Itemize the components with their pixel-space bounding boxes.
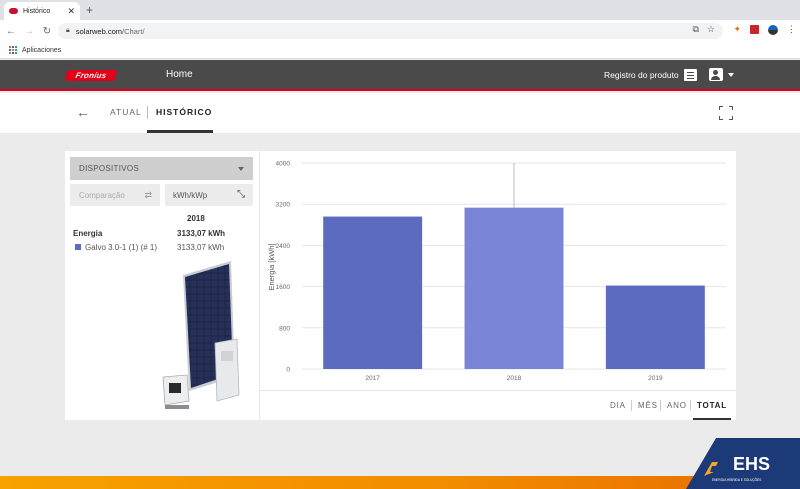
browser-toolbar: ← → ↻ 🔒︎ solarweb.com/Chart/ ⧉ ☆ ✦ ⋮	[0, 20, 800, 42]
bookmark-apps[interactable]: Aplicaciones	[22, 47, 61, 54]
fronius-favicon-icon	[9, 8, 18, 14]
y-tick-label: 4000	[276, 161, 291, 168]
url-path: /Chart/	[122, 26, 145, 36]
period-selector: DIA MÊS ANO TOTAL	[260, 390, 736, 420]
forward-icon[interactable]: →	[22, 26, 36, 37]
url-host: solarweb.com	[75, 26, 123, 36]
x-tick-label: 2019	[648, 375, 663, 382]
lock-icon: 🔒︎	[66, 27, 70, 34]
device-energy-value: 3133,07 kWh	[177, 243, 225, 252]
translate-icon[interactable]: ⧉	[692, 24, 698, 35]
bookmark-star-icon[interactable]: ☆	[707, 24, 715, 35]
comparison-button[interactable]: Comparação ⇄	[70, 184, 160, 206]
product-registration-label: Registro do produto	[604, 70, 679, 80]
energy-total-value: 3133,07 kWh	[177, 229, 226, 238]
browser-tab-strip: Histórico ✕ +	[0, 0, 800, 20]
period-divider	[660, 400, 661, 411]
devices-dropdown[interactable]: DISPOSITIVOS	[70, 157, 253, 180]
user-menu[interactable]	[709, 68, 734, 81]
y-tick-label: 800	[279, 325, 290, 332]
footer-strip	[0, 476, 800, 489]
devices-dropdown-label: DISPOSITIVOS	[79, 164, 140, 173]
fronius-logo[interactable]: Fronius	[64, 70, 118, 81]
user-icon	[709, 68, 723, 81]
home-link[interactable]: Home	[166, 69, 193, 80]
product-registration-link[interactable]: Registro do produto	[604, 69, 697, 81]
period-divider	[631, 400, 632, 411]
profile-avatar-icon[interactable]	[768, 24, 778, 35]
y-tick-label: 0	[286, 367, 290, 374]
bar-2017	[323, 216, 423, 369]
period-divider	[690, 400, 691, 411]
back-arrow-icon[interactable]: ←	[76, 104, 90, 120]
comparison-label: Comparação	[79, 191, 125, 200]
period-month[interactable]: MÊS	[638, 401, 658, 410]
device-name[interactable]: Galvo 3.0-1 (1) (# 1)	[85, 243, 157, 252]
summary-year: 2018	[187, 214, 205, 223]
period-day[interactable]: DIA	[610, 401, 626, 410]
apps-grid-icon[interactable]	[9, 46, 17, 54]
back-icon[interactable]: ←	[4, 26, 18, 37]
close-tab-icon[interactable]: ✕	[67, 6, 75, 17]
browser-tab[interactable]: Histórico ✕	[4, 2, 80, 20]
resize-diagonal-icon: ⤡	[237, 189, 245, 200]
bar-2018	[464, 207, 564, 369]
energy-label: Energia	[73, 229, 103, 238]
device-panel: DISPOSITIVOS Comparação ⇄ kWh/kWp ⤡ 2018…	[65, 151, 260, 420]
chevron-down-icon	[238, 167, 244, 171]
reload-icon[interactable]: ↻	[40, 26, 54, 37]
view-tabs: ← ATUAL HISTÓRICO	[0, 93, 800, 133]
y-tick-label: 3200	[276, 202, 291, 209]
energy-chart: 0 800 1600 2400 3200 4000 Energia [kWh] 2017 201…	[260, 151, 736, 420]
tab-historico[interactable]: HISTÓRICO	[147, 107, 213, 133]
unit-toggle-label: kWh/kWp	[173, 191, 208, 200]
x-tick-label: 2018	[507, 375, 522, 382]
device-color-swatch	[75, 244, 81, 250]
energy-bar-chart: 0 800 1600 2400 3200 4000 Energia [kWh] 2017 201…	[267, 161, 726, 382]
browser-tab-title: Histórico	[23, 7, 51, 15]
period-year[interactable]: ANO	[667, 401, 687, 410]
period-total[interactable]: TOTAL	[697, 401, 727, 410]
y-axis-label: Energia [kWh]	[267, 243, 276, 290]
app-header: Fronius Home Registro do produto	[0, 60, 800, 91]
chevron-down-icon	[728, 72, 734, 77]
extension-pin-icon[interactable]: ✦	[733, 24, 741, 35]
tab-atual[interactable]: ATUAL	[110, 107, 142, 117]
browser-menu-icon[interactable]: ⋮	[787, 24, 796, 35]
y-tick-label: 2400	[276, 243, 291, 250]
registration-form-icon	[683, 69, 697, 81]
y-tick-label: 1600	[276, 284, 291, 291]
bar-2019	[605, 285, 705, 369]
ehs-logo-text: EHS	[733, 454, 770, 474]
extension-pdf-icon[interactable]	[750, 25, 759, 34]
fullscreen-icon[interactable]	[719, 106, 733, 120]
new-tab-button[interactable]: +	[86, 2, 93, 18]
bookmarks-bar: Aplicaciones	[0, 42, 800, 59]
unit-toggle-button[interactable]: kWh/kWp ⤡	[165, 184, 253, 206]
x-tick-label: 2017	[365, 375, 380, 382]
address-bar[interactable]: 🔒︎ solarweb.com/Chart/ ⧉ ☆	[58, 23, 723, 39]
solar-system-illustration	[162, 261, 240, 409]
swap-arrows-icon: ⇄	[144, 190, 152, 200]
history-card: DISPOSITIVOS Comparação ⇄ kWh/kWp ⤡ 2018…	[65, 151, 736, 420]
active-period-underline	[693, 418, 731, 420]
